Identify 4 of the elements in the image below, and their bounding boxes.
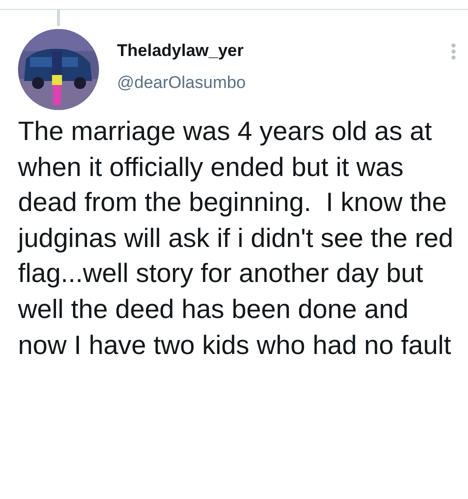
tweet-text: The marriage was 4 years old as at when it officially ended but it was dead from the beginning. I know the judginas will ask if i didn't see the red flag...well story for another day but well the deed has been done and now I have two kids who had no fault <box>16 115 454 362</box>
display-name[interactable]: Theladylaw_yer <box>117 41 451 61</box>
more-options-icon[interactable] <box>451 43 456 60</box>
user-handle[interactable]: @dearOlasumbo <box>117 73 451 93</box>
